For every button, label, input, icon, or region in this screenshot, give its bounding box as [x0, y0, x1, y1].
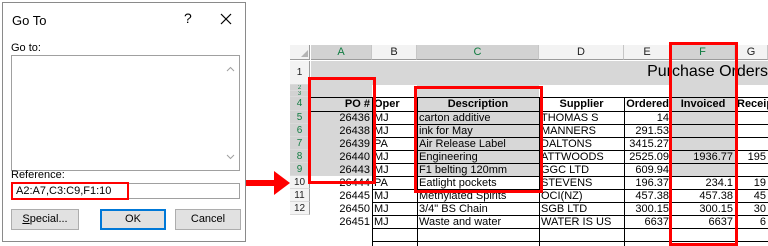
highlight-box-c: [414, 86, 543, 193]
cell-oper[interactable]: MJ: [372, 164, 417, 176]
cell-desc[interactable]: 3/4" BS Chain: [417, 203, 539, 215]
cell-receipt[interactable]: [735, 164, 768, 176]
spreadsheet: Purchase Orders A B C D E F G 1 2 3 4 5 6 7 8 9 10 11 12 PO…: [290, 28, 768, 246]
cancel-button[interactable]: Cancel: [175, 209, 241, 230]
reference-label: Reference:: [11, 169, 65, 181]
cell-oper[interactable]: PA: [372, 138, 417, 150]
table-border-v: [624, 97, 625, 246]
highlight-box-a: [308, 77, 376, 184]
cell-receipt[interactable]: 195: [735, 151, 768, 163]
chevron-up-icon[interactable]: [226, 66, 235, 72]
cell-ordered[interactable]: 14: [624, 112, 671, 124]
column-header-e[interactable]: E: [624, 45, 671, 60]
column-header-g[interactable]: G: [735, 45, 768, 60]
ok-button[interactable]: OK: [100, 209, 166, 230]
row-header-12[interactable]: 12: [290, 202, 310, 215]
goto-list[interactable]: [11, 55, 240, 171]
cell-oper[interactable]: MJ: [372, 216, 417, 228]
cell-supplier[interactable]: STEVENS: [539, 177, 624, 189]
highlight-box-f: [669, 42, 738, 246]
row-header-10[interactable]: 10: [290, 176, 310, 189]
row-header-8[interactable]: 8: [290, 150, 310, 163]
right-arrow-icon: [246, 171, 290, 195]
cell-ordered[interactable]: 3415.27: [624, 138, 671, 150]
column-header-d[interactable]: D: [539, 45, 624, 60]
header-cell-ordered[interactable]: Ordered: [624, 98, 671, 110]
cell-ordered[interactable]: 291.53: [624, 125, 671, 137]
cell-ordered[interactable]: 300.15: [624, 203, 671, 215]
cell-receipt[interactable]: 19: [735, 177, 768, 189]
cell-supplier[interactable]: SGB LTD: [539, 203, 624, 215]
special-button-label: pecial...: [29, 213, 68, 225]
goto-dialog: Go To ? Go to: Reference: Special... OK …: [2, 2, 246, 242]
cell-ordered[interactable]: 609.94: [624, 164, 671, 176]
cell-oper[interactable]: MJ: [372, 203, 417, 215]
select-all-triangle-icon: [301, 50, 308, 57]
chevron-down-icon[interactable]: [226, 154, 235, 160]
cell-supplier[interactable]: WATER IS US: [539, 216, 624, 228]
cell-oper[interactable]: MJ: [372, 151, 417, 163]
cell-receipt[interactable]: 6: [735, 216, 768, 228]
header-cell-supplier[interactable]: Supplier: [539, 98, 624, 110]
reference-input[interactable]: [11, 182, 129, 200]
column-header-a[interactable]: A: [311, 45, 372, 60]
row-header-4[interactable]: 4: [290, 97, 310, 111]
cell-receipt[interactable]: [735, 125, 768, 137]
cell-receipt[interactable]: 45: [735, 190, 768, 202]
cell-ordered[interactable]: 196.37: [624, 177, 671, 189]
cell-receipt[interactable]: [735, 138, 768, 150]
close-icon: [220, 13, 232, 25]
cell-ordered[interactable]: 2525.09: [624, 151, 671, 163]
special-button-mnemonic: S: [22, 213, 30, 225]
row-header-1[interactable]: 1: [290, 61, 310, 85]
cell-receipt[interactable]: 30: [735, 203, 768, 215]
cell-oper[interactable]: MJ: [372, 125, 417, 137]
cell-desc[interactable]: Waste and water: [417, 216, 539, 228]
cell-supplier[interactable]: GGC LTD: [539, 164, 624, 176]
cell-po[interactable]: 26450: [311, 203, 372, 215]
row-header-5[interactable]: 5: [290, 111, 310, 124]
cell-receipt[interactable]: [735, 112, 768, 124]
row-header-7[interactable]: 7: [290, 137, 310, 150]
cell-supplier[interactable]: OCI(NZ): [539, 190, 624, 202]
row-header-9[interactable]: 9: [290, 163, 310, 176]
cell-ordered[interactable]: 6637: [624, 216, 671, 228]
row-header-6[interactable]: 6: [290, 124, 310, 137]
cell-supplier[interactable]: MANNERS: [539, 125, 624, 137]
dialog-title: Go To: [12, 13, 47, 28]
cell-oper[interactable]: MJ: [372, 190, 417, 202]
cell-oper[interactable]: PA: [372, 177, 417, 189]
header-cell-receipt[interactable]: Receip: [735, 98, 768, 110]
help-button[interactable]: ?: [184, 10, 192, 26]
special-button[interactable]: Special...: [11, 209, 79, 230]
cell-oper[interactable]: MJ: [372, 112, 417, 124]
cell-po[interactable]: 26445: [311, 190, 372, 202]
column-header-c[interactable]: C: [417, 45, 539, 60]
goto-label: Go to:: [11, 42, 41, 54]
reference-input-extension[interactable]: [129, 183, 240, 199]
cell-supplier[interactable]: DALTONS: [539, 138, 624, 150]
column-header-b[interactable]: B: [372, 45, 417, 60]
close-button[interactable]: [219, 12, 233, 26]
cell-ordered[interactable]: 457.38: [624, 190, 671, 202]
row-header-11[interactable]: 11: [290, 189, 310, 202]
cell-supplier[interactable]: THOMAS S: [539, 112, 624, 124]
header-cell-oper[interactable]: Oper: [372, 98, 417, 110]
cell-po[interactable]: 26451: [311, 216, 372, 228]
cell-supplier[interactable]: ATTWOODS: [539, 151, 624, 163]
